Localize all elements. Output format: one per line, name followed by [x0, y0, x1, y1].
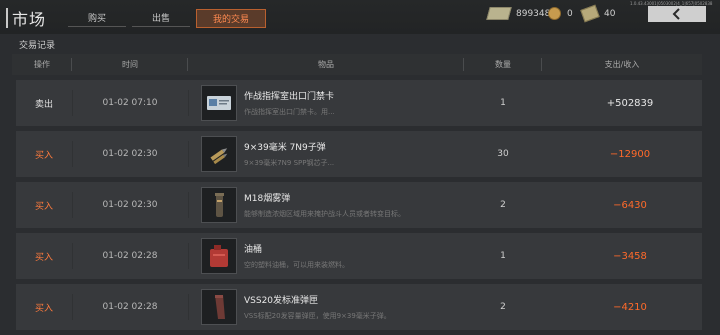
- money-icon: [486, 7, 512, 20]
- row-time: 01-02 02:28: [102, 251, 158, 261]
- trade-list: 卖出 01-02 07:10 作战指挥室出口门禁卡 作战指挥室出口门禁卡。用..…: [16, 80, 702, 335]
- magazine-icon: [201, 289, 237, 325]
- item-name: 作战指挥室出口门禁卡: [244, 92, 335, 102]
- row-amount: −6430: [613, 199, 647, 211]
- row-time: 01-02 02:30: [102, 200, 158, 210]
- bond-icon: [580, 4, 600, 23]
- header-qty: 数量: [464, 54, 542, 75]
- row-qty: 1: [500, 251, 506, 261]
- title-accent: [6, 8, 8, 28]
- title-area: 市场: [6, 6, 46, 30]
- item-desc: 作战指挥室出口门禁卡。用...: [244, 108, 335, 116]
- ammo-icon: [201, 136, 237, 172]
- table-row[interactable]: 买入 01-02 02:30 9×39毫米 7N9子弹 9×39毫米7N9 SP…: [16, 131, 702, 177]
- item-name: 9×39毫米 7N9子弹: [244, 143, 326, 153]
- currency-bond-value: 40: [604, 8, 616, 19]
- currency-bond: 40: [580, 4, 616, 23]
- row-op: 卖出: [34, 99, 53, 110]
- table-row[interactable]: 买入 01-02 02:28 油桶 空的塑料油桶，可以用来装燃料。 1 −345…: [16, 233, 702, 279]
- chevron-left-icon: [672, 8, 680, 20]
- header-op: 操作: [12, 54, 72, 75]
- top-bar: 市场 购买 出售 我的交易 899348 0 40 1.0.43.43001|0…: [0, 0, 720, 34]
- table-row[interactable]: 买入 01-02 02:28 VSS20发标准弹匣 VSS标配20发容量弹匣，使…: [16, 284, 702, 330]
- fuel-can-icon: [201, 238, 237, 274]
- page-title: 市场: [12, 10, 47, 29]
- header-amount: 支出/收入: [604, 60, 640, 69]
- row-amount: −4210: [613, 301, 647, 313]
- header-item: 物品: [188, 54, 464, 75]
- row-item: 作战指挥室出口门禁卡 作战指挥室出口门禁卡。用...: [188, 85, 448, 121]
- item-desc: VSS标配20发容量弹匣，使用9×39毫米子弹。: [244, 312, 391, 320]
- table-header: 操作 时间 物品 数量 支出/收入: [12, 54, 702, 75]
- item-name: 油桶: [244, 245, 263, 255]
- section-title: 交易记录: [19, 41, 56, 51]
- item-desc: 能够制造浓烟区域用来掩护战斗人员或者转变目标。: [244, 210, 405, 218]
- smoke-grenade-icon: [201, 187, 237, 223]
- table-row[interactable]: 买入 01-02 02:30 M18烟雾弹 能够制造浓烟区域用来掩护战斗人员或者…: [16, 182, 702, 228]
- row-item: 9×39毫米 7N9子弹 9×39毫米7N9 SPP钢芯子...: [188, 136, 448, 172]
- row-qty: 2: [500, 200, 506, 210]
- row-qty: 2: [500, 302, 506, 312]
- tab-my-trades[interactable]: 我的交易: [196, 9, 266, 28]
- row-time: 01-02 07:10: [102, 98, 158, 108]
- header-time: 时间: [72, 54, 188, 75]
- row-time: 01-02 02:28: [102, 302, 158, 312]
- row-amount: −3458: [613, 250, 647, 262]
- row-time: 01-02 02:30: [102, 149, 158, 159]
- row-op: 买入: [34, 303, 53, 314]
- row-item: VSS20发标准弹匣 VSS标配20发容量弹匣，使用9×39毫米子弹。: [188, 289, 448, 325]
- row-item: M18烟雾弹 能够制造浓烟区域用来掩护战斗人员或者转变目标。: [188, 187, 448, 223]
- currency-coin: 0: [548, 7, 573, 20]
- row-qty: 30: [497, 149, 509, 159]
- tab-buy[interactable]: 购买: [68, 9, 126, 27]
- row-op: 买入: [34, 150, 53, 161]
- row-qty: 1: [500, 98, 506, 108]
- keycard-icon: [201, 85, 237, 121]
- row-op: 买入: [34, 252, 53, 263]
- currency-money-value: 899348: [516, 8, 551, 19]
- currency-coin-value: 0: [567, 8, 573, 19]
- row-item: 油桶 空的塑料油桶，可以用来装燃料。: [188, 238, 448, 274]
- row-amount: +502839: [606, 97, 654, 109]
- table-row[interactable]: 卖出 01-02 07:10 作战指挥室出口门禁卡 作战指挥室出口门禁卡。用..…: [16, 80, 702, 126]
- tab-bar: 购买 出售 我的交易: [68, 9, 266, 28]
- item-desc: 9×39毫米7N9 SPP钢芯子...: [244, 159, 335, 167]
- row-op: 买入: [34, 201, 53, 212]
- item-desc: 空的塑料油桶，可以用来装燃料。: [244, 261, 349, 269]
- currency-money: 899348: [486, 7, 551, 20]
- tab-sell[interactable]: 出售: [132, 9, 190, 27]
- item-name: M18烟雾弹: [244, 194, 291, 204]
- back-button[interactable]: [648, 6, 706, 22]
- row-amount: −12900: [609, 148, 651, 160]
- coin-icon: [548, 7, 561, 20]
- item-name: VSS20发标准弹匣: [244, 296, 319, 306]
